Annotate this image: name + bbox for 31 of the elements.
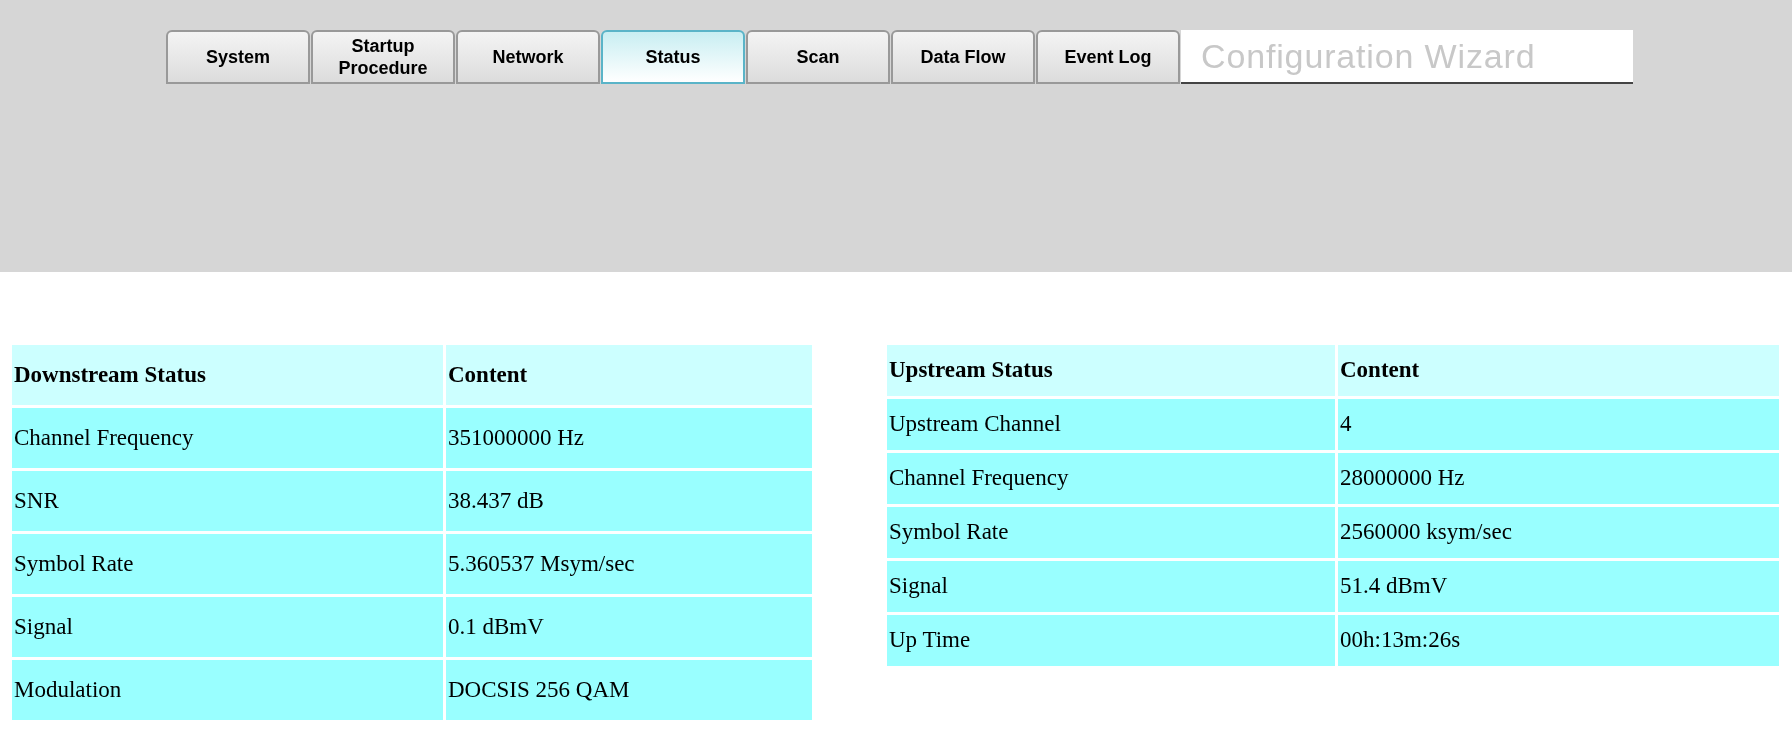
table-cell: 38.437 dB [446,471,812,531]
table-cell: Signal [887,561,1335,612]
table-cell: DOCSIS 256 QAM [446,660,812,720]
table-cell: 2560000 ksym/sec [1338,507,1779,558]
table-cell: 5.360537 Msym/sec [446,534,812,594]
table-cell: Channel Frequency [887,453,1335,504]
table-cell: 4 [1338,399,1779,450]
table-cell: 351000000 Hz [446,408,812,468]
nav-tab[interactable]: Startup Procedure [311,30,455,84]
nav-tab[interactable]: Status [601,30,745,84]
column-header: Downstream Status [12,345,443,405]
column-header: Content [446,345,812,405]
nav-tab[interactable]: Network [456,30,600,84]
column-header: Content [1338,345,1779,396]
table-cell: 28000000 Hz [1338,453,1779,504]
table-cell: Symbol Rate [12,534,443,594]
nav-tab[interactable]: System [166,30,310,84]
nav-tab[interactable]: Event Log [1036,30,1180,84]
table-cell: 51.4 dBmV [1338,561,1779,612]
table-cell: 0.1 dBmV [446,597,812,657]
table-cell: Up Time [887,615,1335,666]
table-cell: Symbol Rate [887,507,1335,558]
table-cell: Channel Frequency [12,408,443,468]
table-cell: SNR [12,471,443,531]
table-cell: Modulation [12,660,443,720]
table-cell: Upstream Channel [887,399,1335,450]
column-header: Upstream Status [887,345,1335,396]
nav-tab[interactable]: Data Flow [891,30,1035,84]
table-cell: 00h:13m:26s [1338,615,1779,666]
nav-tab[interactable]: Scan [746,30,890,84]
table-cell: Signal [12,597,443,657]
